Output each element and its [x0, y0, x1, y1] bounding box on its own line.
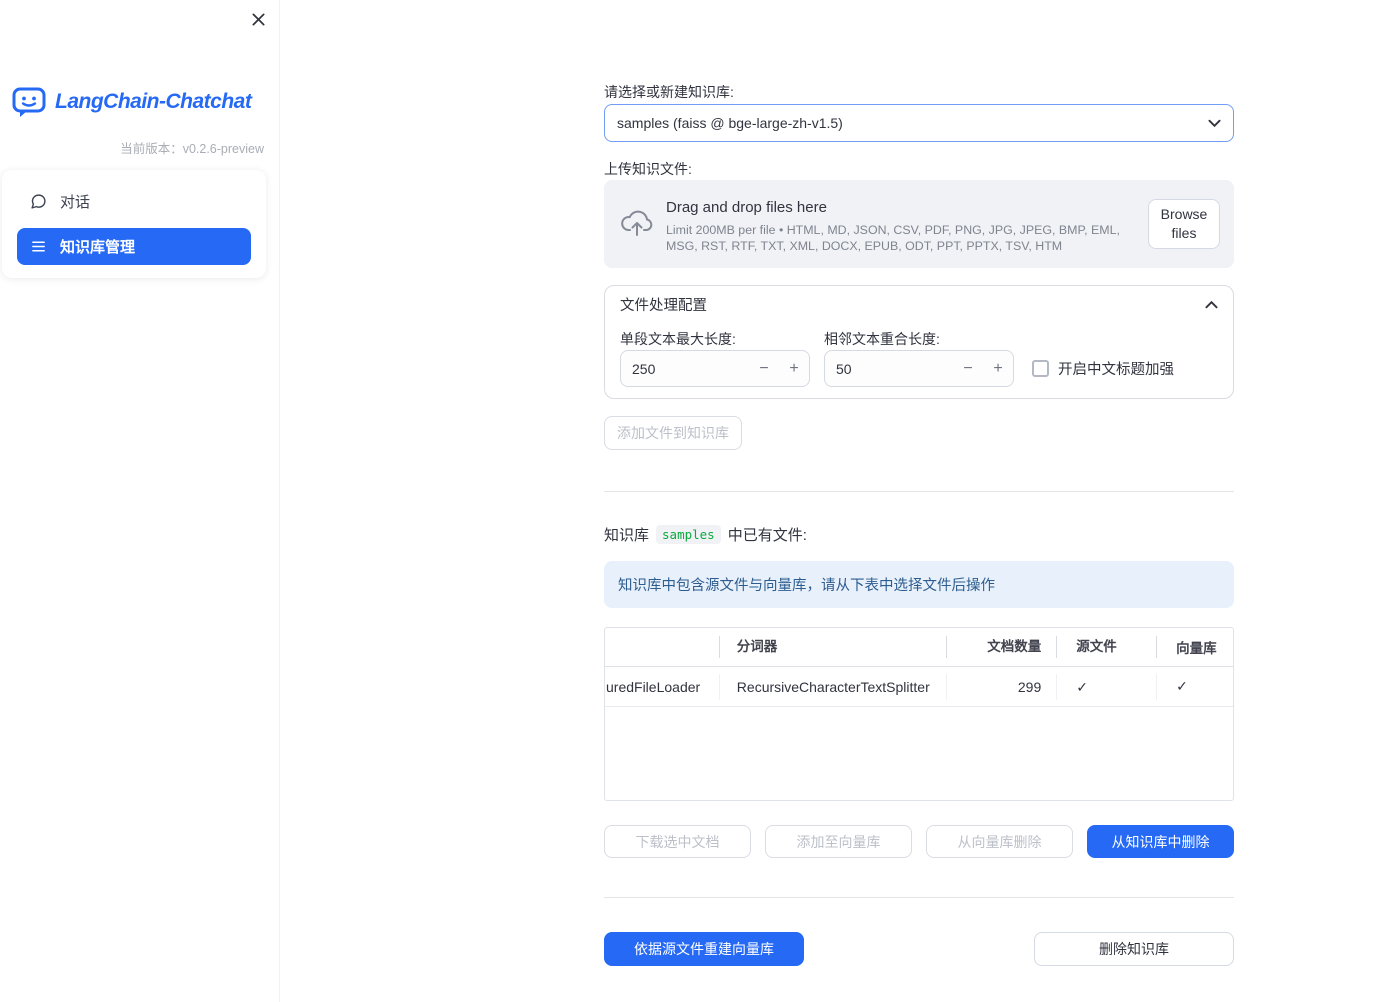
delete-kb-button[interactable]: 删除知识库: [1034, 932, 1234, 966]
zh-title-enhance-checkbox[interactable]: 开启中文标题加强: [1032, 358, 1174, 379]
info-banner: 知识库中包含源文件与向量库，请从下表中选择文件后操作: [604, 561, 1234, 608]
sidebar-item-knowledge-base[interactable]: 知识库管理: [17, 228, 251, 265]
info-banner-text: 知识库中包含源文件与向量库，请从下表中选择文件后操作: [618, 578, 995, 594]
table-cell-doc-count: 299: [947, 673, 1058, 700]
divider: [604, 897, 1234, 898]
expander-header[interactable]: 文件处理配置: [605, 286, 1233, 323]
app-logo: LangChain-Chatchat: [11, 85, 252, 119]
decrement-button[interactable]: −: [749, 351, 779, 386]
version-value: v0.2.6-preview: [182, 142, 264, 156]
dropzone-hint: Limit 200MB per file • HTML, MD, JSON, C…: [666, 223, 1120, 253]
kb-name-code: samples: [656, 525, 721, 544]
kb-files-suffix: 中已有文件:: [727, 527, 807, 544]
cloud-upload-icon: [621, 210, 653, 236]
table-header-cell: 分词器: [720, 636, 948, 658]
chevron-down-icon: [1208, 119, 1221, 127]
chunk-size-label: 单段文本最大长度:: [620, 331, 736, 347]
app-logo-text: LangChain-Chatchat: [55, 90, 252, 113]
files-table: 分词器 文档数量 源文件 向量库 uredFileLoader Recursiv…: [604, 627, 1234, 801]
chevron-up-icon: [1205, 300, 1218, 309]
delete-from-kb-button[interactable]: 从知识库中删除: [1087, 825, 1234, 858]
chunk-size-input[interactable]: 250 − +: [620, 350, 810, 387]
main-content: 请选择或新建知识库: samples (faiss @ bge-large-zh…: [604, 0, 1234, 1002]
increment-button[interactable]: +: [779, 351, 809, 386]
browse-files-button[interactable]: Browse files: [1148, 199, 1220, 249]
chunk-size-value[interactable]: 250: [621, 361, 749, 377]
upload-label: 上传知识文件:: [604, 161, 692, 177]
kb-select-label: 请选择或新建知识库:: [604, 84, 734, 100]
table-header-cell: 文档数量: [947, 636, 1058, 658]
table-cell-loader: uredFileLoader: [605, 673, 720, 700]
sidebar-item-label: 对话: [60, 194, 91, 211]
chat-icon: [31, 194, 46, 209]
table-cell-splitter: RecursiveCharacterTextSplitter: [720, 673, 948, 700]
sidebar-item-label: 知识库管理: [60, 239, 136, 256]
version-text: 当前版本：v0.2.6-preview: [120, 138, 264, 157]
table-header-cell: 向量库: [1176, 641, 1217, 656]
kb-files-heading: 知识库 samples 中已有文件:: [604, 524, 807, 545]
divider: [604, 491, 1234, 492]
table-header-cell: [605, 636, 720, 658]
download-selected-button[interactable]: 下载选中文档: [604, 825, 751, 858]
version-label: 当前版本：: [120, 142, 183, 156]
file-uploader-dropzone[interactable]: Drag and drop files here Limit 200MB per…: [604, 180, 1234, 268]
kb-selectbox-value: samples (faiss @ bge-large-zh-v1.5): [617, 115, 843, 131]
close-icon: [252, 13, 264, 25]
decrement-button[interactable]: −: [953, 351, 983, 386]
table-cell-source-check: ✓: [1057, 673, 1158, 700]
checkbox-label: 开启中文标题加强: [1058, 362, 1174, 378]
checkbox-box[interactable]: [1032, 360, 1049, 377]
sidebar-close-button[interactable]: [247, 8, 269, 30]
add-to-vector-store-button[interactable]: 添加至向量库: [765, 825, 912, 858]
expander-title: 文件处理配置: [620, 298, 707, 314]
kb-files-prefix: 知识库: [604, 527, 650, 544]
knowledge-base-icon: [32, 241, 45, 252]
add-files-button[interactable]: 添加文件到知识库: [604, 416, 742, 450]
table-header-row: 分词器 文档数量 源文件 向量库: [605, 628, 1233, 667]
delete-from-vector-store-button[interactable]: 从向量库删除: [926, 825, 1073, 858]
overlap-size-value[interactable]: 50: [825, 361, 953, 377]
increment-button[interactable]: +: [983, 351, 1013, 386]
logo-chat-icon: [12, 87, 46, 117]
table-cell-vector-check: ✓: [1176, 678, 1188, 694]
file-config-expander: 文件处理配置 单段文本最大长度: 250 − + 相邻文本重合长度: 50 − …: [604, 285, 1234, 399]
dropzone-title: Drag and drop files here: [666, 199, 827, 216]
overlap-size-input[interactable]: 50 − +: [824, 350, 1014, 387]
sidebar-menu: 对话 知识库管理: [2, 170, 266, 278]
table-row[interactable]: uredFileLoader RecursiveCharacterTextSpl…: [605, 667, 1233, 707]
sidebar-item-dialogue[interactable]: 对话: [17, 183, 251, 220]
overlap-size-label: 相邻文本重合长度:: [824, 331, 940, 347]
kb-selectbox[interactable]: samples (faiss @ bge-large-zh-v1.5): [604, 104, 1234, 142]
rebuild-vector-store-button[interactable]: 依据源文件重建向量库: [604, 932, 804, 966]
table-header-cell: 源文件: [1057, 636, 1158, 658]
sidebar: LangChain-Chatchat 当前版本：v0.2.6-preview 对…: [0, 0, 280, 1002]
